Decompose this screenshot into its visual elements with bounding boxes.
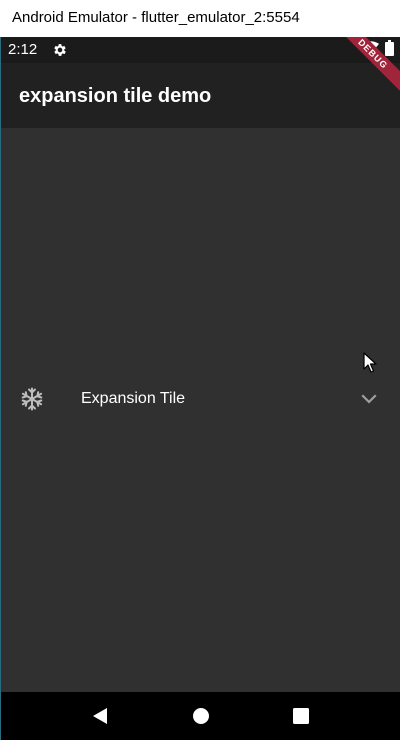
status-bar: 2:12 [1,37,400,63]
window-title: Android Emulator - flutter_emulator_2:55… [0,0,401,36]
device-screen: 2:12 expansion tile demo DEBUG Expansion… [1,37,400,740]
emulator-window: Android Emulator - flutter_emulator_2:55… [0,0,401,741]
back-icon[interactable] [90,706,110,726]
snowflake-icon [20,387,44,411]
navigation-bar [1,692,400,740]
app-bar: expansion tile demo [1,63,400,128]
chevron-down-icon[interactable] [357,387,381,411]
status-time: 2:12 [8,41,38,58]
content-area: Expansion Tile [1,128,400,692]
expansion-tile-title: Expansion Tile [81,390,186,407]
expansion-tile[interactable]: Expansion Tile [1,374,400,424]
recents-icon[interactable] [291,706,311,726]
mouse-cursor-icon [363,352,377,373]
settings-icon [52,42,68,58]
page-title: expansion tile demo [19,85,212,107]
home-icon[interactable] [191,706,211,726]
